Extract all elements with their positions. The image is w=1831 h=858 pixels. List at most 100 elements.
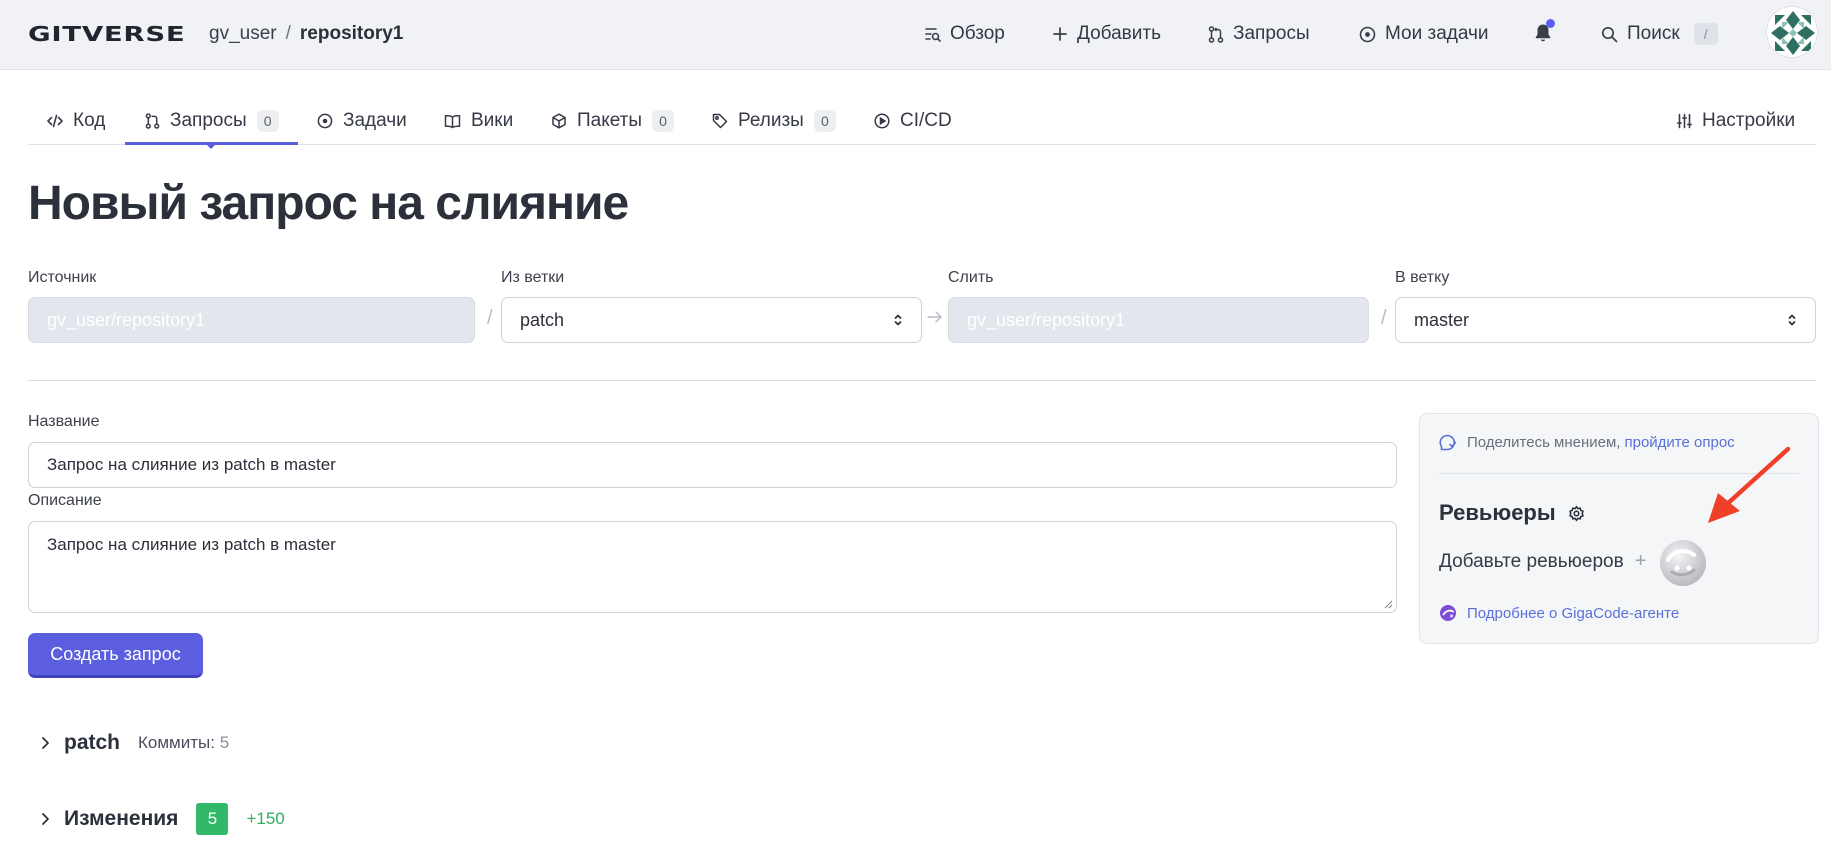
from-branch-select[interactable]: patch — [501, 297, 922, 343]
description-textarea[interactable]: Запрос на слияние из patch в master — [28, 521, 1397, 613]
additions-count: +150 — [246, 809, 285, 828]
nav-overview[interactable]: Обзор — [924, 20, 1005, 48]
source-label: Источник — [28, 269, 97, 286]
nav-requests-label: Запросы — [1233, 23, 1310, 44]
target-separator: / — [1381, 307, 1387, 329]
feedback-chat-icon — [1439, 434, 1457, 451]
commits-branch-name: patch — [64, 731, 121, 754]
breadcrumb-repo[interactable]: repository1 — [300, 23, 403, 44]
gigacode-link[interactable]: Подробнее о GigaCode-агенте — [1439, 604, 1679, 622]
tab-packages[interactable]: Пакеты 0 — [551, 110, 675, 132]
task-circle-icon — [317, 113, 333, 129]
book-icon — [444, 114, 461, 128]
repo-tabs: Код Запросы 0 Задачи Вики Пакеты 0 Релиз… — [28, 100, 1816, 149]
gigacode-link-text: Подробнее о GigaCode-агенте — [1467, 604, 1680, 622]
nav-overview-label: Обзор — [950, 23, 1005, 44]
section-divider — [28, 380, 1816, 381]
commits-section-toggle[interactable]: patch Коммиты: 5 — [40, 731, 229, 755]
tab-releases-count: 0 — [813, 110, 836, 132]
gigacode-agent-avatar-icon[interactable] — [1658, 538, 1708, 588]
commits-label: Коммиты: — [138, 733, 215, 752]
target-repo-field: gv_user/repository1 — [948, 297, 1369, 343]
top-header: GITVERSE gv_user / repository1 Обзор Добав… — [0, 0, 1831, 70]
changed-files-badge: 5 — [196, 803, 229, 835]
gear-icon[interactable] — [1568, 504, 1585, 522]
source-repo-field: gv_user/repository1 — [28, 297, 475, 343]
into-branch-value: master — [1414, 310, 1470, 330]
nav-requests[interactable]: Запросы — [1208, 20, 1310, 48]
notifications-button[interactable] — [1534, 19, 1555, 48]
feedback-prompt: Поделитесь мнением, пройдите опрос — [1439, 434, 1735, 451]
breadcrumb: gv_user / repository1 — [209, 20, 403, 48]
chevron-right-icon — [42, 737, 49, 749]
page-title: Новый запрос на слияние — [28, 177, 629, 230]
into-branch-label: В ветку — [1395, 269, 1450, 286]
from-branch-value: patch — [520, 310, 565, 330]
nav-add[interactable]: Добавить — [1052, 20, 1161, 48]
add-reviewers-plus: + — [1634, 550, 1647, 572]
task-circle-icon — [1359, 26, 1376, 42]
source-separator: / — [487, 307, 493, 329]
breadcrumb-separator: / — [285, 23, 291, 44]
title-field-label: Название — [28, 413, 100, 430]
tab-settings[interactable]: Настройки — [1677, 110, 1795, 132]
nav-my-tasks[interactable]: Мои задачи — [1359, 20, 1489, 48]
tab-requests-count: 0 — [256, 110, 279, 132]
avatar-pattern-icon — [1767, 7, 1817, 57]
merge-direction-arrow-icon — [927, 311, 942, 323]
chevron-right-icon — [42, 813, 49, 825]
tab-releases-label: Релизы — [738, 110, 804, 131]
feedback-text: Поделитесь мнением, — [1467, 434, 1621, 451]
reviewers-title: Ревьюеры — [1439, 500, 1556, 525]
tab-requests[interactable]: Запросы 0 — [145, 110, 279, 132]
title-input[interactable]: Запрос на слияние из patch в master — [28, 442, 1397, 488]
merge-label: Слить — [948, 269, 994, 286]
changes-title: Изменения — [64, 807, 179, 830]
reviewers-heading: Ревьюеры — [1439, 500, 1585, 526]
user-avatar[interactable] — [1766, 6, 1818, 58]
code-icon — [47, 114, 63, 128]
tab-code-label: Код — [73, 110, 106, 131]
notification-dot — [1546, 19, 1555, 28]
breadcrumb-user[interactable]: gv_user — [209, 23, 277, 44]
nav-add-label: Добавить — [1077, 23, 1161, 44]
play-circle-icon — [874, 113, 890, 129]
tag-icon — [712, 113, 728, 129]
tab-packages-label: Пакеты — [577, 110, 643, 131]
pull-request-icon — [1208, 25, 1224, 43]
search-icon — [1601, 26, 1618, 42]
gigacode-logo-icon — [1440, 605, 1456, 621]
search-button[interactable]: Поиск / — [1601, 20, 1718, 48]
commits-count: 5 — [219, 733, 230, 752]
sliders-icon — [1677, 113, 1692, 129]
select-arrows-icon — [894, 314, 902, 326]
tab-settings-label: Настройки — [1702, 110, 1796, 131]
package-icon — [552, 113, 566, 129]
resize-handle-icon[interactable] — [1383, 599, 1393, 609]
gitverse-logo[interactable]: GITVERSE — [28, 20, 185, 48]
tab-cicd[interactable]: CI/CD — [874, 110, 952, 132]
tab-tasks[interactable]: Задачи — [317, 110, 407, 132]
tab-requests-label: Запросы — [170, 110, 247, 131]
search-shortcut-key: / — [1693, 23, 1718, 45]
search-label: Поиск — [1627, 23, 1680, 44]
active-tab-notch — [206, 144, 216, 149]
tab-wiki[interactable]: Вики — [444, 110, 513, 132]
add-reviewers-button[interactable]: Добавьте ревьюеров + — [1439, 550, 1646, 573]
description-field-label: Описание — [28, 492, 102, 509]
tab-releases[interactable]: Релизы 0 — [712, 110, 836, 132]
description-text: Запрос на слияние из patch в master — [47, 535, 336, 554]
tab-tasks-label: Задачи — [343, 110, 407, 131]
from-branch-label: Из ветки — [501, 269, 565, 286]
tab-wiki-label: Вики — [471, 110, 514, 131]
changes-section-toggle[interactable]: Изменения 5 +150 — [40, 803, 285, 835]
overview-icon — [925, 27, 941, 42]
tab-cicd-label: CI/CD — [900, 110, 952, 131]
tab-packages-count: 0 — [652, 110, 675, 132]
create-request-button[interactable]: Создать запрос — [28, 633, 203, 678]
into-branch-select[interactable]: master — [1395, 297, 1816, 343]
plus-icon — [1053, 27, 1067, 41]
commits-meta: Коммиты: 5 — [138, 733, 229, 753]
nav-my-tasks-label: Мои задачи — [1385, 23, 1489, 44]
tab-code[interactable]: Код — [47, 110, 105, 132]
